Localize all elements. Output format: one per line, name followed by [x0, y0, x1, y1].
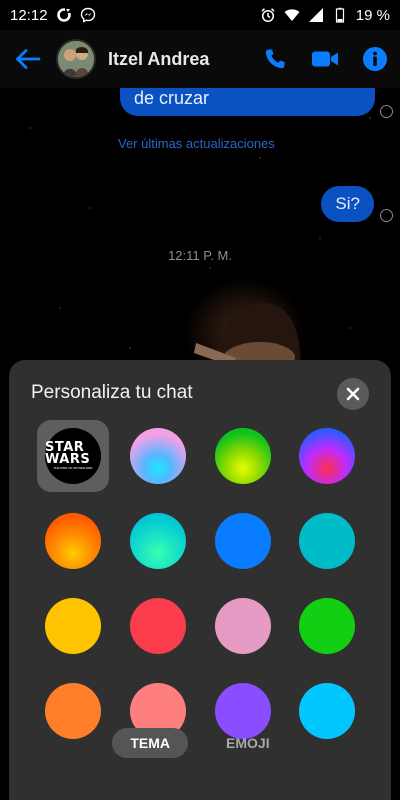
video-call-button[interactable] [300, 30, 350, 88]
customize-chat-sheet: Personaliza tu chat STAR WARS THE RISE O… [9, 360, 391, 800]
contact-name[interactable]: Itzel Andrea [108, 49, 250, 70]
theme-option-purple-red[interactable] [291, 420, 363, 492]
phone-icon [265, 49, 285, 69]
sheet-tabs: TEMA EMOJI [9, 728, 391, 758]
alarm-icon [261, 8, 275, 23]
status-time: 12:12 [10, 6, 48, 24]
info-button[interactable] [350, 30, 400, 88]
battery-percent: 19 % [355, 6, 390, 24]
avatar[interactable] [56, 39, 96, 79]
color-swatch [215, 428, 271, 484]
star-wars-logo: STAR WARS THE RISE OF SKYWALKER [45, 428, 101, 484]
theme-option-orange-gradient[interactable] [37, 505, 109, 577]
theme-option-green[interactable] [291, 590, 363, 662]
theme-option-teal[interactable] [291, 505, 363, 577]
theme-option-pink-blue[interactable] [122, 420, 194, 492]
tab-theme[interactable]: TEMA [112, 728, 189, 758]
color-swatch [299, 428, 355, 484]
color-swatch [45, 513, 101, 569]
theme-option-teal-gradient[interactable] [122, 505, 194, 577]
avatar-photo [58, 41, 94, 77]
color-swatch [130, 598, 186, 654]
message-bubble-partial[interactable]: de cruzar [120, 88, 375, 116]
sheet-title: Personaliza tu chat [31, 382, 193, 403]
read-receipt-icon [380, 105, 393, 118]
color-swatch [299, 513, 355, 569]
wifi-icon [284, 9, 300, 21]
color-swatch [45, 598, 101, 654]
signal-icon [308, 8, 323, 22]
tab-emoji[interactable]: EMOJI [208, 728, 288, 758]
close-icon [346, 387, 360, 401]
messenger-icon [80, 7, 95, 23]
voice-call-button[interactable] [250, 30, 300, 88]
theme-option-blue[interactable] [207, 505, 279, 577]
battery-icon [335, 7, 344, 23]
conversation-header: Itzel Andrea [0, 30, 400, 88]
theme-option-star-wars[interactable]: STAR WARS THE RISE OF SKYWALKER [37, 420, 109, 492]
info-icon [363, 47, 387, 71]
color-swatch [299, 598, 355, 654]
theme-option-yellow[interactable] [37, 590, 109, 662]
message-timestamp: 12:11 P. M. [168, 248, 232, 263]
sync-icon [56, 8, 71, 22]
theme-option-pink[interactable] [207, 590, 279, 662]
color-swatch [130, 428, 186, 484]
back-button[interactable] [0, 30, 56, 88]
arrow-left-icon [16, 49, 41, 69]
color-swatch [130, 513, 186, 569]
color-swatch [215, 513, 271, 569]
message-bubble-outgoing[interactable]: Si? [321, 186, 374, 222]
theme-option-red[interactable] [122, 590, 194, 662]
status-bar: 12:12 19 % [0, 0, 400, 30]
close-button[interactable] [337, 378, 369, 410]
theme-option-green-yellow[interactable] [207, 420, 279, 492]
color-swatch [215, 598, 271, 654]
video-camera-icon [312, 51, 338, 67]
read-receipt-icon [380, 209, 393, 222]
see-updates-link[interactable]: Ver últimas actualizaciones [118, 136, 275, 151]
